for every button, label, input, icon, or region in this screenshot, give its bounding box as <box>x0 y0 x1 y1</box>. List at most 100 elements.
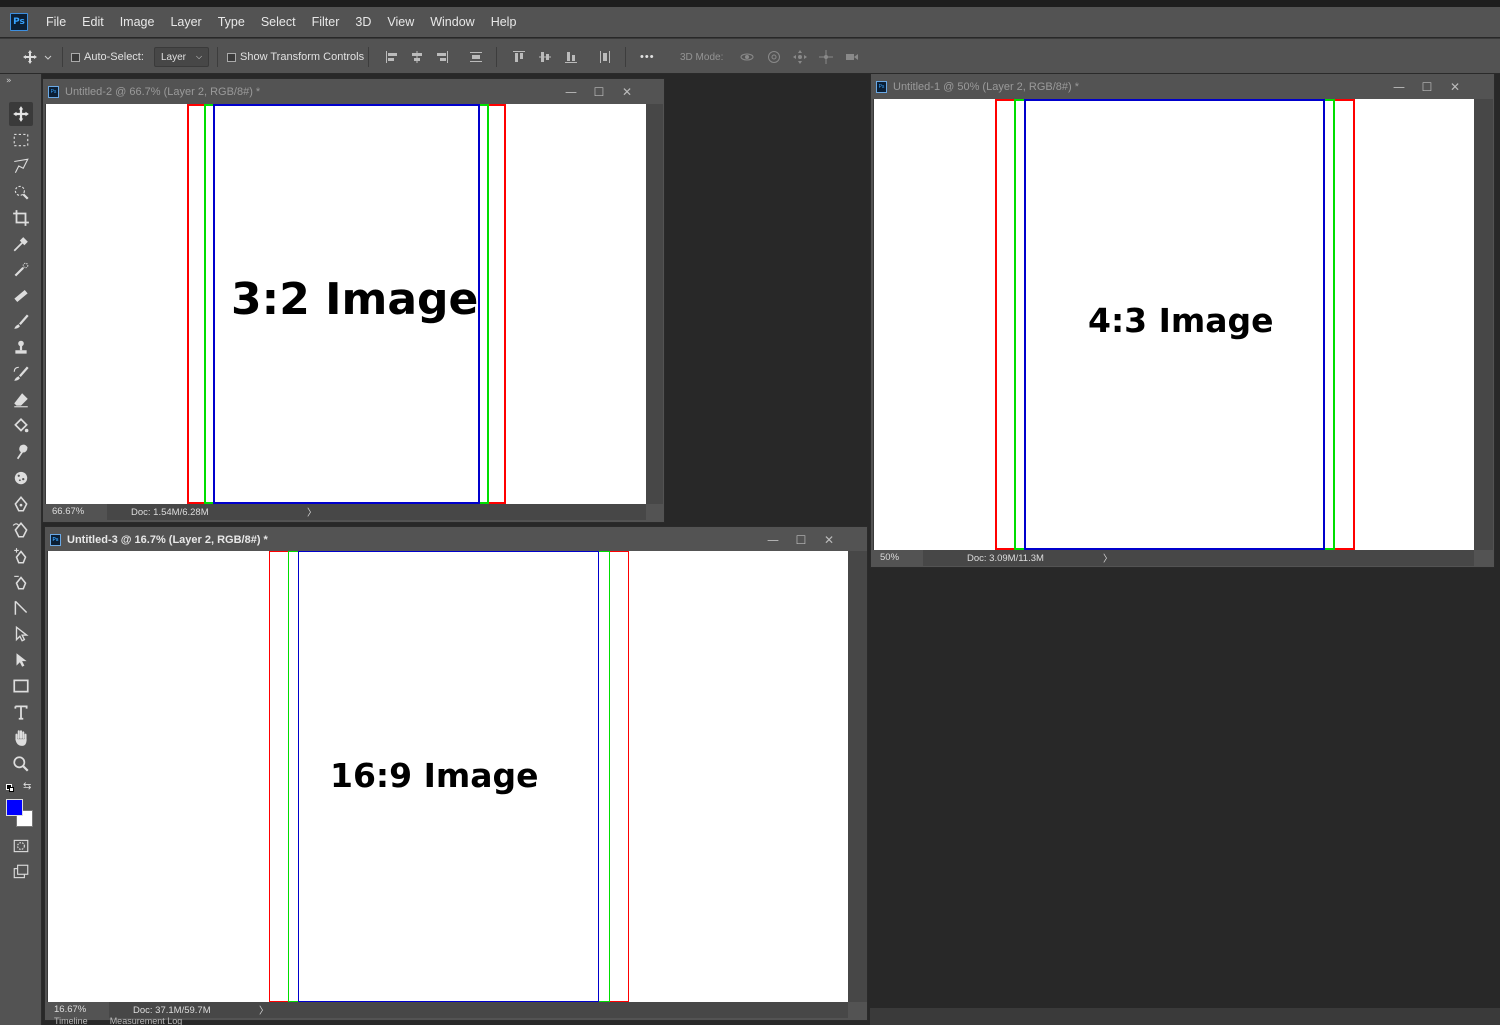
history-brush-icon[interactable] <box>9 362 33 386</box>
collapse-panel-icon[interactable]: » <box>6 76 12 86</box>
menu-file[interactable]: File <box>38 7 74 37</box>
doc-size-info[interactable]: Doc: 3.09M/11.3M <box>923 553 1073 564</box>
close-icon[interactable]: ✕ <box>1441 77 1469 97</box>
title-strip <box>0 0 1500 7</box>
rectangle-tool-icon[interactable] <box>9 674 33 698</box>
eraser-tool-icon[interactable] <box>9 388 33 412</box>
distribute-icon[interactable] <box>468 49 484 65</box>
auto-select-dropdown[interactable]: Layer ⌵ <box>154 39 210 75</box>
vertical-scrollbar[interactable] <box>848 551 867 1002</box>
zoom-tool-icon[interactable] <box>9 752 33 776</box>
smudge-tool-icon[interactable] <box>9 440 33 464</box>
maximize-icon[interactable]: ☐ <box>1413 77 1441 97</box>
direct-selection-tool-icon[interactable] <box>9 622 33 646</box>
minimize-icon[interactable]: — <box>759 530 787 550</box>
menu-type[interactable]: Type <box>210 7 253 37</box>
align-bottom-edges-icon[interactable] <box>563 49 579 65</box>
align-vertical-centers-icon[interactable] <box>537 49 553 65</box>
status-bar: 50% Doc: 3.09M/11.3M 〉 <box>873 550 1474 566</box>
canvas-viewport[interactable]: 4:3 Image <box>873 99 1493 550</box>
paint-bucket-tool-icon[interactable] <box>9 414 33 438</box>
lasso-tool-icon[interactable] <box>9 154 33 178</box>
menu-layer[interactable]: Layer <box>162 7 209 37</box>
menu-edit[interactable]: Edit <box>74 7 112 37</box>
type-tool-icon[interactable] <box>9 700 33 724</box>
roll-3d-icon[interactable] <box>766 49 782 65</box>
brush-tool-icon[interactable] <box>9 310 33 334</box>
crop-tool-icon[interactable] <box>9 206 33 230</box>
doc-size-info[interactable]: Doc: 1.54M/6.28M <box>107 507 257 518</box>
vertical-scrollbar[interactable] <box>646 104 663 504</box>
menu-3d[interactable]: 3D <box>347 7 379 37</box>
document-canvas[interactable]: 3:2 Image <box>46 104 646 504</box>
default-colors-icon[interactable] <box>6 784 14 792</box>
menu-help[interactable]: Help <box>483 7 525 37</box>
chevron-down-icon[interactable] <box>43 49 53 65</box>
checkbox-box[interactable] <box>227 52 236 62</box>
swap-colors-icon[interactable]: ⇆ <box>23 781 31 792</box>
path-selection-tool-icon[interactable] <box>9 648 33 672</box>
vertical-scrollbar[interactable] <box>1474 99 1493 550</box>
minimize-icon[interactable]: — <box>557 82 585 102</box>
zoom-level[interactable]: 50% <box>873 550 923 566</box>
document-canvas[interactable]: 4:3 Image <box>874 99 1474 550</box>
doc-size-info[interactable]: Doc: 37.1M/59.7M <box>109 1005 259 1016</box>
more-options-button[interactable]: ••• <box>640 39 655 75</box>
eyedropper-tool-icon[interactable] <box>9 232 33 256</box>
add-anchor-point-icon[interactable] <box>9 544 33 568</box>
convert-point-tool-icon[interactable] <box>9 596 33 620</box>
auto-select-checkbox[interactable]: Auto-Select: <box>71 39 144 75</box>
quick-mask-icon[interactable] <box>9 834 33 858</box>
quick-selection-tool-icon[interactable] <box>9 180 33 204</box>
foreground-color-swatch[interactable] <box>6 799 23 816</box>
document-window-16-9[interactable]: Ps Untitled-3 @ 16.7% (Layer 2, RGB/8#) … <box>44 526 868 1021</box>
document-canvas[interactable]: 16:9 Image <box>48 551 848 1002</box>
delete-anchor-point-icon[interactable] <box>9 570 33 594</box>
screen-mode-icon[interactable] <box>9 860 33 884</box>
align-right-edges-icon[interactable] <box>434 49 450 65</box>
slide-3d-icon[interactable] <box>818 49 834 65</box>
pan-3d-icon[interactable] <box>792 49 808 65</box>
maximize-icon[interactable]: ☐ <box>787 530 815 550</box>
spot-healing-brush-icon[interactable] <box>9 258 33 282</box>
chevron-right-icon[interactable]: 〉 <box>307 505 317 519</box>
chevron-right-icon[interactable]: 〉 <box>259 1003 269 1017</box>
marquee-tool-icon[interactable] <box>9 128 33 152</box>
pen-tool-icon[interactable] <box>9 492 33 516</box>
close-icon[interactable]: ✕ <box>613 82 641 102</box>
minimize-icon[interactable]: — <box>1385 77 1413 97</box>
scale-3d-icon[interactable] <box>844 49 860 65</box>
show-transform-controls-checkbox[interactable]: Show Transform Controls <box>227 39 364 75</box>
ps-document-icon: Ps <box>50 533 61 546</box>
maximize-icon[interactable]: ☐ <box>585 82 613 102</box>
close-icon[interactable]: ✕ <box>815 530 843 550</box>
zoom-level[interactable]: 66.67% <box>45 504 107 520</box>
document-title-bar[interactable]: Ps Untitled-3 @ 16.7% (Layer 2, RGB/8#) … <box>45 527 867 552</box>
orbit-3d-icon[interactable] <box>739 49 755 65</box>
menu-image[interactable]: Image <box>112 7 163 37</box>
align-left-edges-icon[interactable] <box>384 49 400 65</box>
chevron-right-icon[interactable]: 〉 <box>1103 551 1113 565</box>
3d-mode-label: 3D Mode: <box>680 51 724 63</box>
move-tool-icon[interactable] <box>9 102 33 126</box>
menu-select[interactable]: Select <box>253 7 304 37</box>
checkbox-box[interactable] <box>71 52 80 62</box>
align-top-edges-icon[interactable] <box>511 49 527 65</box>
align-horizontal-centers-icon[interactable] <box>409 49 425 65</box>
clone-stamp-tool-icon[interactable] <box>9 336 33 360</box>
hand-tool-icon[interactable] <box>9 726 33 750</box>
move-tool-preset-icon[interactable] <box>22 49 38 65</box>
tab-measurement-log[interactable]: Measurement Log <box>110 1016 183 1025</box>
menu-filter[interactable]: Filter <box>304 7 348 37</box>
sponge-tool-icon[interactable] <box>9 466 33 490</box>
menu-window[interactable]: Window <box>422 7 482 37</box>
tab-timeline[interactable]: Timeline <box>54 1016 88 1025</box>
canvas-viewport[interactable]: 3:2 Image <box>45 104 663 504</box>
menu-view[interactable]: View <box>379 7 422 37</box>
distribute-vertical-icon[interactable] <box>597 49 613 65</box>
healing-bandage-icon[interactable] <box>9 284 33 308</box>
freeform-pen-tool-icon[interactable] <box>9 518 33 542</box>
canvas-viewport[interactable]: 16:9 Image <box>47 551 867 1002</box>
document-window-4-3[interactable]: Ps Untitled-1 @ 50% (Layer 2, RGB/8#) * … <box>870 73 1495 568</box>
document-window-3-2[interactable]: Ps Untitled-2 @ 66.7% (Layer 2, RGB/8#) … <box>42 78 665 523</box>
